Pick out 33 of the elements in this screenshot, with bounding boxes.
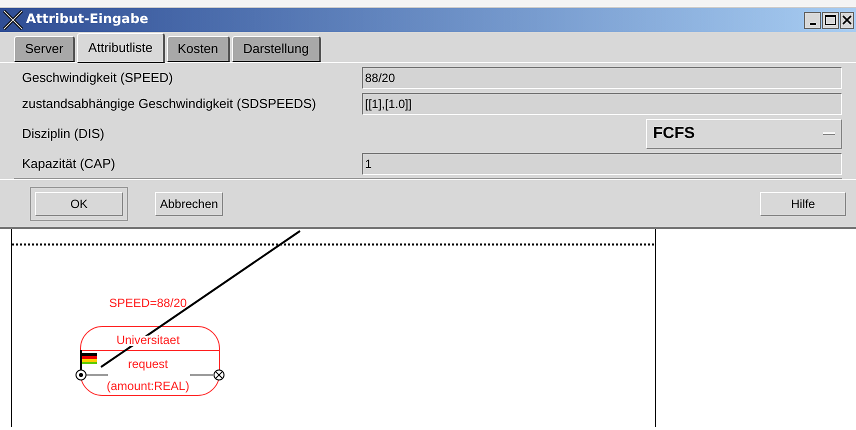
end-port-icon (214, 370, 224, 380)
attribute-label: Disziplin (DIS) (21, 124, 106, 143)
dialog-button[interactable]: Hilfe (760, 192, 846, 216)
input-field[interactable]: 88/20 (362, 66, 842, 88)
connector-line (190, 374, 214, 376)
attribute-label: Kapazität (CAP) (21, 154, 116, 173)
tab[interactable]: Kosten (166, 36, 230, 62)
dropdown-value: FCFS (653, 124, 695, 144)
dropdown-indicator-icon (823, 132, 835, 135)
connector-line (86, 374, 108, 376)
minimize-button[interactable] (804, 12, 821, 28)
flag-icon (80, 350, 97, 372)
dialog-button[interactable]: OK (35, 192, 123, 216)
attribute-label: zustandsabhängige Geschwindigkeit (SDSPEEDS) (21, 94, 318, 113)
window-title: Attribut-Eingabe (26, 11, 148, 30)
tab[interactable]: Server (14, 36, 76, 62)
maximize-icon (825, 15, 836, 25)
start-port-icon (76, 370, 86, 380)
minimize-icon (810, 22, 816, 24)
node-parameter: (amount:REAL) (106, 379, 190, 393)
tab[interactable]: Darstellung (232, 36, 321, 62)
input-field[interactable]: 1 (362, 152, 842, 174)
dropdown[interactable]: FCFS (646, 118, 842, 148)
maximize-button[interactable] (822, 12, 839, 28)
annotation-label: SPEED=88/20 (109, 296, 187, 310)
tab[interactable]: Attributliste (77, 33, 165, 63)
node-operation: request (128, 357, 168, 371)
close-button[interactable] (840, 12, 854, 28)
input-field[interactable]: [[1],[1.0]] (362, 92, 842, 114)
x-logo-icon (2, 10, 24, 30)
dialog-button[interactable]: Abbrechen (155, 192, 224, 216)
close-icon (842, 15, 852, 25)
attribute-label: Geschwindigkeit (SPEED) (21, 68, 174, 87)
